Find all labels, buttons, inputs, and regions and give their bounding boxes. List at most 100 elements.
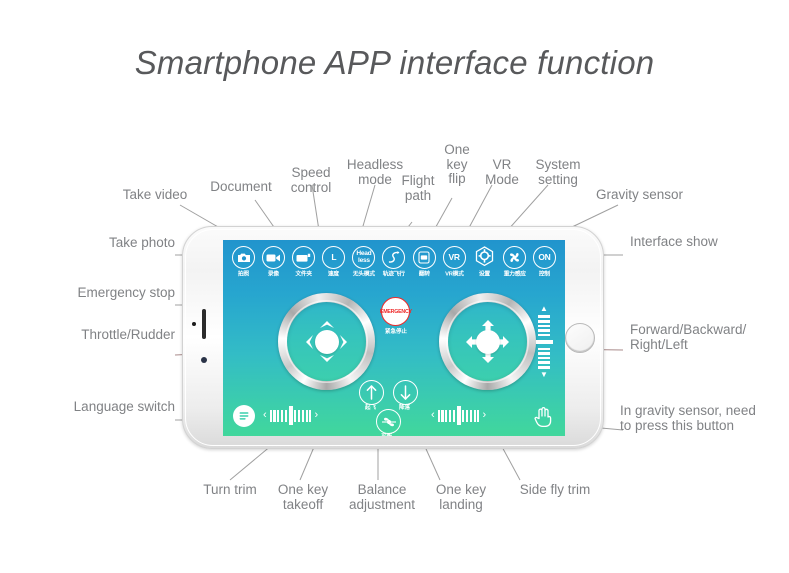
arrow-down-icon (400, 385, 411, 400)
callout-one-key-landing: One key landing (435, 482, 487, 512)
rudder-right-arrow-icon (339, 334, 348, 350)
language-switch-button[interactable] (233, 405, 255, 427)
toolbar-item-flight-path[interactable]: 轨迹飞行 (379, 246, 408, 277)
side-fly-trim-ticks (437, 406, 480, 425)
joystick-face-right (448, 302, 527, 381)
toolbar-item-take-video[interactable]: 录像 (259, 246, 288, 277)
callout-throttle-rudder: Throttle/Rudder (81, 327, 175, 342)
toolbar-item-gravity-sensor[interactable]: 重力感应 (500, 246, 529, 277)
throttle-down-arrow-icon (319, 354, 335, 363)
toolbar-label-headless-mode: 无头模式 (352, 270, 375, 277)
toolbar-label-gravity-sensor: 重力感应 (503, 270, 526, 277)
headless-letters: Head less (356, 249, 372, 264)
gear-icon (473, 246, 496, 269)
callout-system-setting: System setting (535, 157, 581, 187)
balance-adjustment-cn-label: 平衡 (381, 433, 393, 436)
speed-l-icon: L (322, 246, 346, 269)
callout-gravity-press: In gravity sensor, need to press this bu… (620, 403, 756, 433)
emergency-stop-button[interactable]: EMERGENCY (379, 297, 412, 326)
toolbar-item-interface-show[interactable]: ON 控制 (530, 246, 559, 277)
emergency-stop-label: EMERGENCY (379, 308, 412, 315)
one-key-takeoff-button[interactable] (359, 380, 384, 405)
toolbar-item-system-setting[interactable]: 设置 (470, 246, 499, 277)
callout-emergency-stop: Emergency stop (77, 285, 175, 300)
callout-gravity-sensor: Gravity sensor (596, 187, 684, 202)
one-key-landing-cn-label: 降落 (399, 404, 411, 410)
toolbar-item-take-photo[interactable]: 拍照 (229, 246, 258, 277)
slider-ticks-upper (538, 315, 550, 337)
page-title: Smartphone APP interface function (134, 44, 655, 81)
callout-take-video: Take video (122, 187, 188, 202)
app-toolbar: 拍照 录像 文件夹 L 速度 Head less 无头模式 轨迹飞行 翻转 VR… (229, 246, 559, 288)
balance-icon (381, 417, 396, 426)
home-button[interactable] (565, 322, 595, 353)
headless-icon: Head less (352, 246, 376, 269)
page-root: Smartphone APP interface function 拍照 录像 … (0, 0, 789, 573)
toolbar-item-speed-control[interactable]: L 速度 (319, 246, 348, 277)
flip-icon (412, 246, 436, 269)
joystick-knob-right[interactable] (475, 329, 500, 354)
speed-letter: L (331, 252, 337, 263)
one-key-takeoff-cn-label: 起飞 (365, 404, 377, 410)
vr-icon: VR (442, 246, 466, 269)
one-key-landing-button[interactable] (393, 380, 418, 405)
gravity-press-button[interactable] (531, 404, 555, 428)
toolbar-label-interface-show: 控制 (538, 270, 550, 277)
slider-ticks-lower (538, 347, 550, 369)
vr-letters: VR (448, 252, 461, 263)
direction-joystick[interactable] (439, 293, 536, 390)
vertical-slider[interactable]: ▲ ▼ (535, 304, 553, 379)
callout-one-key-flip: One key flip (444, 142, 470, 186)
hand-icon (534, 406, 552, 427)
video-icon (262, 246, 286, 269)
left-arrow-icon (466, 335, 477, 349)
toolbar-label-vr-mode: VR模式 (444, 270, 464, 277)
side-fly-trim-left-chevron-icon[interactable]: ‹ (431, 410, 435, 421)
earpiece-speaker (202, 308, 206, 339)
front-camera-icon (201, 356, 207, 363)
proximity-sensor-dot (192, 321, 196, 326)
flight-path-icon (382, 246, 406, 269)
turn-trim-right-chevron-icon[interactable]: › (314, 410, 318, 421)
joystick-knob-left[interactable] (314, 329, 339, 354)
side-fly-trim-handle (456, 406, 461, 425)
toolbar-item-document[interactable]: 文件夹 (289, 246, 318, 277)
joystick-face-left (287, 302, 366, 381)
turn-trim-slider[interactable]: ‹ › (263, 406, 318, 425)
camera-icon (232, 246, 255, 269)
toolbar-item-headless-mode[interactable]: Head less 无头模式 (349, 246, 378, 277)
emergency-stop-cn-label: 紧急停止 (384, 328, 408, 334)
callout-interface-show: Interface show (630, 234, 718, 249)
side-fly-trim-slider[interactable]: ‹ › (431, 406, 486, 425)
app-screen: 拍照 录像 文件夹 L 速度 Head less 无头模式 轨迹飞行 翻转 VR… (223, 240, 565, 436)
callout-balance-adjustment: Balance adjustment (348, 482, 416, 512)
gravity-icon (502, 246, 526, 269)
callout-vr-mode: VR Mode (485, 157, 519, 187)
power-on-icon: ON (532, 246, 556, 269)
forward-arrow-icon (481, 320, 495, 331)
callout-document: Document (210, 179, 272, 194)
toolbar-item-one-key-flip[interactable]: 翻转 (410, 246, 439, 277)
callout-take-photo: Take photo (108, 235, 175, 250)
slider-handle[interactable] (535, 339, 553, 345)
toolbar-label-system-setting: 设置 (478, 270, 490, 277)
toolbar-label-take-photo: 拍照 (237, 270, 249, 277)
smartphone-device: 拍照 录像 文件夹 L 速度 Head less 无头模式 轨迹飞行 翻转 VR… (182, 226, 604, 449)
throttle-rudder-joystick[interactable] (278, 293, 375, 390)
folder-icon (292, 246, 316, 269)
turn-trim-left-chevron-icon[interactable]: ‹ (263, 410, 267, 421)
slider-up-chevron-icon: ▲ (540, 304, 548, 313)
callout-forward-backward: Forward/Backward/ Right/Left (630, 322, 747, 352)
callout-one-key-takeoff: One key takeoff (277, 482, 329, 512)
callout-language-switch: Language switch (73, 399, 175, 414)
toolbar-item-vr-mode[interactable]: VR VR模式 (440, 246, 469, 277)
side-fly-trim-right-chevron-icon[interactable]: › (482, 410, 486, 421)
right-arrow-icon (498, 335, 509, 349)
toolbar-label-flight-path: 轨迹飞行 (382, 270, 405, 277)
toolbar-label-one-key-flip: 翻转 (418, 270, 430, 277)
throttle-up-arrow-icon (319, 320, 335, 329)
balance-adjustment-button[interactable] (376, 409, 401, 434)
turn-trim-ticks (269, 406, 312, 425)
rudder-left-arrow-icon (305, 334, 314, 350)
turn-trim-handle (288, 406, 293, 425)
